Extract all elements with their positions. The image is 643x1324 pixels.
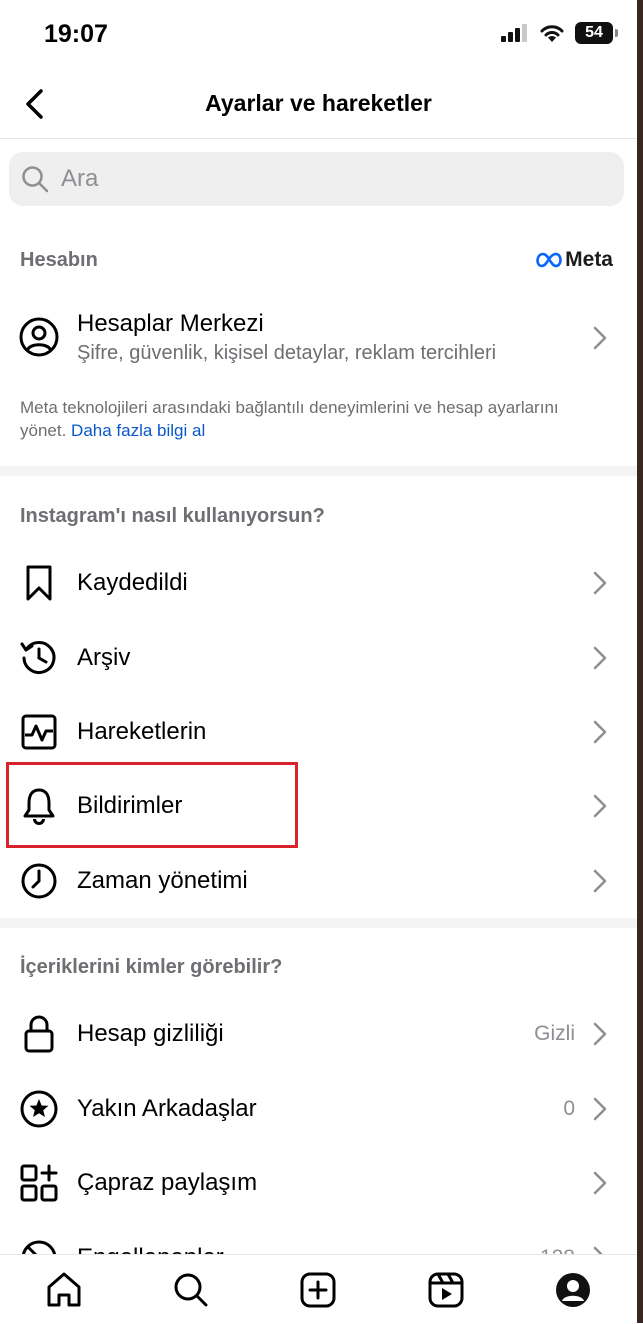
section-divider	[0, 918, 637, 928]
accounts-center-row[interactable]: Hesaplar Merkezi Şifre, güvenlik, kişise…	[0, 300, 637, 376]
saved-row[interactable]: Kaydedildi	[0, 549, 637, 617]
close-friends-count: 0	[563, 1097, 575, 1120]
clock-icon	[18, 860, 60, 902]
status-icons: 54	[501, 22, 618, 44]
battery-level: 54	[585, 24, 603, 41]
meta-infinity-icon	[536, 252, 562, 268]
account-privacy-value: Gizli	[534, 1022, 575, 1045]
wifi-icon	[540, 25, 564, 42]
chevron-right-icon	[593, 571, 607, 595]
chevron-right-icon	[593, 1022, 607, 1046]
visibility-section-header: İçeriklerini kimler görebilir?	[20, 956, 283, 978]
search-icon	[174, 1273, 208, 1306]
page-title: Ayarlar ve hareketler	[205, 90, 432, 116]
meta-accounts-note: Meta teknolojileri arasındaki bağlantılı…	[20, 396, 580, 442]
chevron-right-icon	[593, 869, 607, 893]
nav-bar: Ayarlar ve hareketler	[0, 70, 637, 139]
usage-section-header: Instagram'ı nasıl kullanıyorsun?	[20, 505, 325, 527]
star-icon	[18, 1088, 60, 1130]
search-icon	[22, 166, 49, 193]
search-bar[interactable]	[9, 152, 624, 206]
chevron-right-icon	[593, 794, 607, 818]
battery-indicator: 54	[575, 22, 618, 44]
cross-sharing-row[interactable]: Çapraz paylaşım	[0, 1149, 637, 1217]
close-friends-row[interactable]: Yakın Arkadaşlar 0	[0, 1075, 637, 1143]
meta-logo-text: Meta	[565, 248, 613, 271]
tab-search[interactable]	[161, 1260, 221, 1320]
activity-icon	[18, 711, 60, 753]
chevron-right-icon	[593, 1097, 607, 1121]
background-edge	[637, 0, 643, 1323]
account-section-header: Hesabın	[20, 249, 98, 271]
bottom-tab-bar	[0, 1254, 637, 1324]
time-management-row[interactable]: Zaman yönetimi	[0, 847, 637, 915]
tab-reels[interactable]	[416, 1260, 476, 1320]
learn-more-link[interactable]: Daha fazla bilgi al	[71, 421, 205, 440]
cellular-signal-icon	[501, 24, 527, 42]
accounts-center-title: Hesaplar Merkezi	[77, 310, 264, 337]
archive-label: Arşiv	[77, 644, 131, 671]
account-privacy-label: Hesap gizliliği	[77, 1020, 224, 1047]
grid-icon	[18, 1162, 60, 1204]
section-divider	[0, 466, 637, 476]
profile-avatar-icon	[556, 1272, 591, 1307]
bell-icon	[18, 785, 60, 827]
chevron-right-icon	[593, 1171, 607, 1195]
home-icon	[47, 1272, 81, 1306]
status-bar: 19:07 54	[0, 0, 637, 70]
tab-create[interactable]	[288, 1260, 348, 1320]
chevron-right-icon	[593, 720, 607, 744]
bookmark-icon	[18, 562, 60, 604]
search-input[interactable]	[59, 164, 583, 194]
saved-label: Kaydedildi	[77, 569, 188, 596]
tab-home[interactable]	[34, 1260, 94, 1320]
reels-icon	[428, 1272, 464, 1307]
meta-logo: Meta	[536, 248, 613, 272]
tab-profile[interactable]	[543, 1260, 603, 1320]
account-circle-icon	[18, 316, 60, 363]
notifications-label: Bildirimler	[77, 792, 183, 819]
time-management-label: Zaman yönetimi	[77, 867, 248, 894]
cross-sharing-label: Çapraz paylaşım	[77, 1169, 258, 1196]
account-privacy-row[interactable]: Hesap gizliliği Gizli	[0, 1000, 637, 1068]
archive-row[interactable]: Arşiv	[0, 624, 637, 692]
close-friends-label: Yakın Arkadaşlar	[77, 1095, 257, 1122]
archive-icon	[18, 637, 60, 679]
accounts-center-subtitle: Şifre, güvenlik, kişisel detaylar, rekla…	[77, 342, 497, 364]
notifications-row[interactable]: Bildirimler	[0, 772, 637, 840]
create-icon	[300, 1272, 336, 1307]
chevron-right-icon	[593, 646, 607, 670]
activity-row[interactable]: Hareketlerin	[0, 698, 637, 766]
chevron-right-icon	[593, 326, 607, 350]
lock-icon	[18, 1013, 60, 1055]
activity-label: Hareketlerin	[77, 718, 207, 745]
status-time: 19:07	[44, 20, 108, 48]
